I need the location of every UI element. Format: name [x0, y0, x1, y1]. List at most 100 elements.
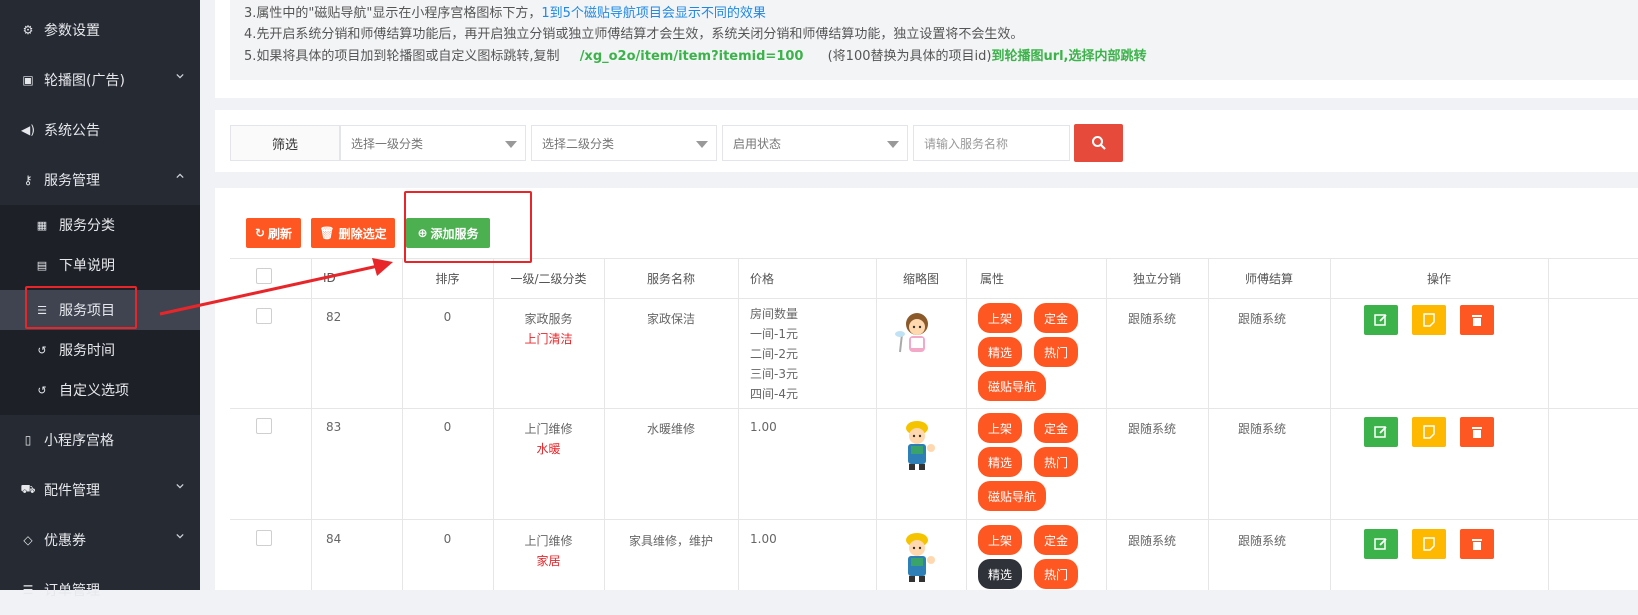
edit-icon	[1374, 314, 1387, 326]
delete-selected-button[interactable]: 🗑 删除选定	[311, 218, 395, 248]
diamond-icon: ◇	[23, 533, 33, 547]
sidebar-subitem-label: 下单说明	[59, 258, 115, 274]
cell-distribution: 跟随系统	[1128, 534, 1177, 548]
sidebar-item-label: 小程序宫格	[44, 433, 114, 449]
file-icon: ▤	[36, 258, 48, 272]
cell-category-1: 家政服务	[524, 312, 573, 326]
note-line-4: 4.先开启系统分销和师傅结算功能后，再开启独立分销或独立师傅结算才会生效，系统关…	[244, 27, 1024, 42]
header-name[interactable]: 服务名称	[604, 258, 738, 298]
table-border	[230, 298, 1638, 299]
tag-featured-off[interactable]: 精选	[978, 559, 1022, 589]
tag-deposit[interactable]: 定金	[1034, 525, 1078, 555]
cell-name: 水暖维修	[646, 422, 695, 436]
sidebar-item-banner[interactable]: ▣ 轮播图(广告)	[0, 55, 200, 105]
row-checkbox[interactable]	[256, 530, 272, 546]
tag-deposit[interactable]: 定金	[1034, 303, 1078, 333]
col-divider	[1548, 258, 1549, 590]
tag-on-shelf[interactable]: 上架	[978, 525, 1022, 555]
delete-button[interactable]	[1460, 305, 1494, 335]
header-category[interactable]: 一级/二级分类	[493, 258, 604, 298]
tag-on-shelf[interactable]: 上架	[978, 303, 1022, 333]
edit-button[interactable]	[1364, 529, 1398, 559]
select-all-checkbox[interactable]	[256, 268, 272, 284]
col-divider	[876, 258, 877, 590]
cell-distribution: 跟随系统	[1128, 422, 1177, 436]
header-price[interactable]: 价格	[738, 258, 876, 298]
sidebar-item-parts[interactable]: ⛟ 配件管理	[0, 465, 200, 515]
search-input[interactable]: 请输入服务名称	[913, 125, 1070, 161]
cell-id: 82	[326, 310, 342, 324]
sidebar-item-grid[interactable]: ▯ 小程序宫格	[0, 415, 200, 465]
tag-hot[interactable]: 热门	[1034, 447, 1078, 477]
history-icon: ↺	[37, 343, 47, 357]
edit-button[interactable]	[1364, 305, 1398, 335]
note-highlight: 到轮播图url,选择内部跳转	[991, 49, 1147, 64]
select-category-1[interactable]: 选择一级分类	[340, 125, 526, 161]
note-text: (将100替换为具体的项目id)	[827, 49, 992, 64]
tag-deposit[interactable]: 定金	[1034, 413, 1078, 443]
note-button[interactable]	[1412, 529, 1446, 559]
sidebar-item-orders[interactable]: ☰ 订单管理	[0, 565, 200, 615]
cell-id: 84	[326, 532, 342, 546]
col-divider	[738, 258, 739, 590]
chevron-down-icon	[176, 73, 184, 79]
sidebar-subitem-label: 服务时间	[59, 343, 115, 359]
sidebar-item-notice[interactable]: ◀) 系统公告	[0, 105, 200, 155]
sidebar-subitem-service-time[interactable]: ↺ 服务时间	[0, 330, 200, 370]
sidebar-item-label: 服务管理	[44, 173, 100, 189]
tag-featured[interactable]: 精选	[978, 337, 1022, 367]
gear-icon: ⚙	[22, 23, 34, 37]
sidebar-item-service[interactable]: ⚷ 服务管理	[0, 155, 200, 205]
row-checkbox[interactable]	[256, 308, 272, 324]
sidebar-subitem-category[interactable]: ▦ 服务分类	[0, 205, 200, 245]
cell-price-line: 1.00	[750, 420, 777, 434]
button-label: 刷新	[268, 226, 293, 241]
row-checkbox[interactable]	[256, 418, 272, 434]
item-path-text: /xg_o2o/item/item?itemid=100	[579, 49, 804, 64]
sidebar-item-coupon[interactable]: ◇ 优惠券	[0, 515, 200, 565]
list-icon: ☰	[22, 583, 34, 597]
tag-featured[interactable]: 精选	[978, 447, 1022, 477]
tag-tile-nav[interactable]: 磁贴导航	[978, 371, 1046, 401]
delete-button[interactable]	[1460, 529, 1494, 559]
cell-price-line: 三间-3元	[750, 367, 798, 381]
trash-icon: 🗑	[319, 226, 335, 240]
header-attributes[interactable]: 属性	[966, 258, 1106, 298]
header-id[interactable]: ID	[311, 258, 375, 298]
header-distribution[interactable]: 独立分销	[1106, 258, 1208, 298]
tag-hot[interactable]: 热门	[1034, 559, 1078, 589]
header-thumbnail[interactable]: 缩略图	[876, 258, 966, 298]
sidebar-subitem-order-note[interactable]: ▤ 下单说明	[0, 245, 200, 285]
tag-hot[interactable]: 热门	[1034, 337, 1078, 367]
cell-category-1: 上门维修	[524, 534, 573, 548]
refresh-button[interactable]: ↻ 刷新	[246, 218, 301, 248]
trash-icon	[1472, 539, 1482, 550]
trash-icon	[1472, 427, 1482, 438]
button-label: 删除选定	[338, 226, 387, 241]
select-category-2[interactable]: 选择二级分类	[531, 125, 717, 161]
select-status[interactable]: 启用状态	[722, 125, 908, 161]
key-icon: ⚷	[23, 173, 33, 187]
note-text: 5.如果将具体的项目加到轮播图或自定义图标跳转,复制	[244, 49, 560, 64]
sidebar-subitem-custom-options[interactable]: ↺ 自定义选项	[0, 370, 200, 410]
cell-distribution: 跟随系统	[1128, 312, 1177, 326]
search-button[interactable]	[1074, 124, 1123, 162]
sidebar-subitem-label: 服务分类	[59, 218, 115, 234]
tag-tile-nav[interactable]: 磁贴导航	[978, 481, 1046, 511]
annotation-box-sidebar	[25, 286, 137, 329]
tag-on-shelf[interactable]: 上架	[978, 413, 1022, 443]
select-value: 选择一级分类	[351, 136, 424, 151]
sidebar-item-label: 订单管理	[44, 583, 100, 599]
header-sort[interactable]: 排序	[402, 258, 493, 298]
mobile-icon: ▯	[24, 433, 32, 447]
note-button[interactable]	[1412, 305, 1446, 335]
cell-settlement: 跟随系统	[1238, 312, 1287, 326]
sidebar-item-label: 优惠券	[44, 533, 86, 549]
delete-button[interactable]	[1460, 417, 1494, 447]
sidebar-item-settings[interactable]: ⚙ 参数设置	[0, 5, 200, 55]
header-settlement[interactable]: 师傅结算	[1208, 258, 1330, 298]
search-placeholder: 请输入服务名称	[924, 136, 1009, 151]
note-button[interactable]	[1412, 417, 1446, 447]
edit-button[interactable]	[1364, 417, 1398, 447]
select-value: 启用状态	[733, 136, 782, 151]
